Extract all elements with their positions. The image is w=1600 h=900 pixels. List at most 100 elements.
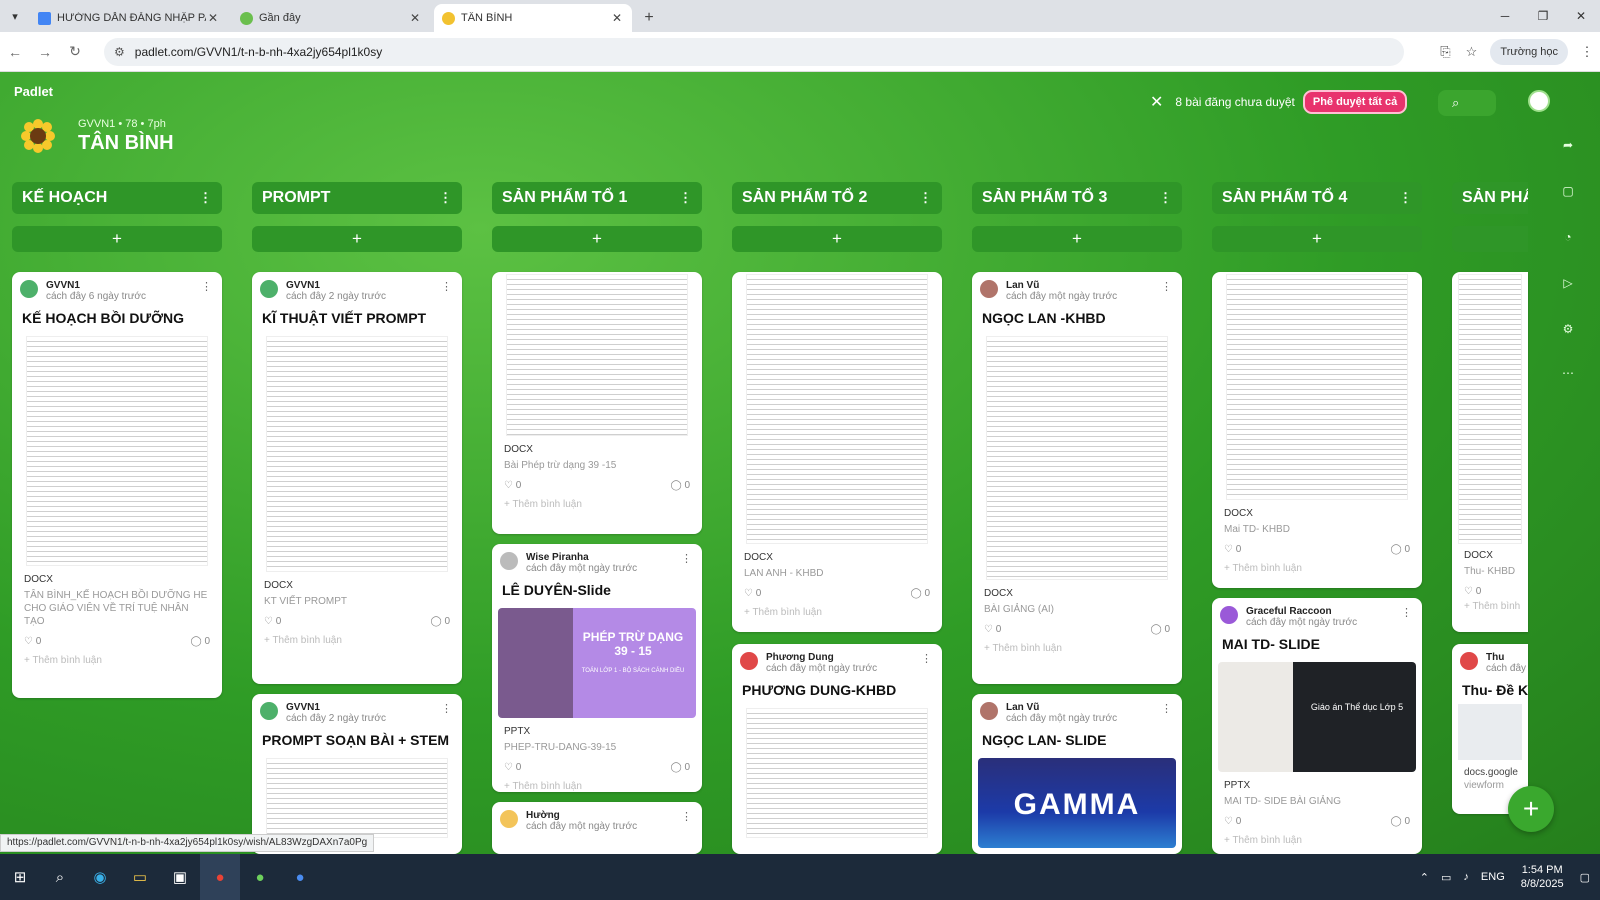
clock[interactable]: 1:54 PM 8/8/2025	[1521, 863, 1564, 891]
share-icon[interactable]: ➦	[1558, 138, 1578, 152]
notification-center-icon[interactable]: ▢	[1580, 871, 1590, 884]
column-header[interactable]: SẢN PHẨM TỔ 2 ⋮	[732, 182, 942, 214]
reload-icon[interactable]: ↻	[60, 43, 90, 60]
site-info-icon[interactable]: ⚙	[114, 45, 125, 59]
column-header[interactable]: SẢN PHẨM TỔ 1 ⋮	[492, 182, 702, 214]
post-menu-icon[interactable]: ⋮	[201, 280, 212, 293]
dismiss-icon[interactable]: ✕	[1150, 92, 1163, 112]
post-card[interactable]: DOCX Bài Phép trừ dạng 39 -15 ♡ 0 ◯ 0 + T…	[492, 272, 702, 534]
add-comment-field[interactable]: + Thêm bình luận	[1212, 563, 1422, 582]
column-header[interactable]: SẢN PHẨ	[1452, 182, 1528, 214]
green-app-icon[interactable]: ●	[240, 854, 280, 900]
slideshow-icon[interactable]: ▷	[1558, 276, 1578, 290]
comment-count-button[interactable]: ◯ 0	[1390, 544, 1410, 555]
post-card[interactable]: GVVN1 cách đây 2 ngày trước ⋮ KĨ THUẬT VIẾ…	[252, 272, 462, 684]
post-card[interactable]: Lan Vũ cách đây một ngày trước ⋮ NGỌC LAN-…	[972, 694, 1182, 854]
post-menu-icon[interactable]: ⋮	[1401, 606, 1412, 619]
browser-tab-1[interactable]: HƯỚNG DẪN ĐĂNG NHẬP PAD ✕	[30, 4, 228, 32]
document-preview[interactable]	[506, 274, 688, 436]
more-icon[interactable]: ⋯	[1558, 366, 1578, 380]
post-menu-icon[interactable]: ⋮	[441, 280, 452, 293]
network-icon[interactable]: ▭	[1441, 871, 1451, 884]
add-comment-field[interactable]: + Thêm bình luận	[492, 499, 702, 518]
post-card[interactable]: Wise Piranha cách đây một ngày trước ⋮ LÊ …	[492, 544, 702, 792]
document-preview[interactable]	[266, 758, 448, 838]
slide-thumbnail[interactable]: PHÉP TRỪ DẠNG 39 - 15 TOÁN LỚP 1 - BỘ SÁ…	[498, 608, 696, 718]
language-indicator[interactable]: ENG	[1481, 871, 1505, 883]
like-button[interactable]: ♡ 0	[1224, 544, 1241, 555]
post-card[interactable]: DOCX LAN ANH - KHBD ♡ 0 ◯ 0 + Thêm bình l…	[732, 272, 942, 632]
post-menu-icon[interactable]: ⋮	[921, 652, 932, 665]
add-post-fab[interactable]: +	[1508, 786, 1554, 832]
post-card[interactable]: Thu cách đây Thu- Đề K docs.google viewfo…	[1452, 644, 1528, 814]
column-header[interactable]: PROMPT ⋮	[252, 182, 462, 214]
add-post-button[interactable]: +	[492, 226, 702, 252]
add-comment-field[interactable]: + Thêm bình luận	[12, 655, 222, 674]
document-preview[interactable]	[1226, 274, 1408, 500]
like-button[interactable]: ♡ 0	[1464, 586, 1481, 597]
post-menu-icon[interactable]: ⋮	[681, 552, 692, 565]
post-card[interactable]: DOCX Thu- KHBD ♡ 0 + Thêm bình	[1452, 272, 1528, 632]
browser-tab-3[interactable]: TÂN BÌNH ✕	[434, 4, 632, 32]
tab-search-button[interactable]: ▾	[0, 0, 30, 32]
add-comment-field[interactable]: + Thêm bình luận	[972, 643, 1182, 662]
post-card[interactable]: Hường cách đây một ngày trước ⋮	[492, 802, 702, 854]
minimize-icon[interactable]: ─	[1486, 0, 1524, 32]
like-button[interactable]: ♡ 0	[24, 636, 41, 647]
install-icon[interactable]: ⎘	[1432, 44, 1458, 60]
column-menu-icon[interactable]: ⋮	[919, 190, 932, 206]
close-window-icon[interactable]: ✕	[1562, 0, 1600, 32]
remake-icon[interactable]: ▢	[1558, 184, 1578, 198]
chrome-icon[interactable]: ●	[200, 854, 240, 900]
document-preview[interactable]	[746, 274, 928, 544]
comment-count-button[interactable]: ◯ 0	[910, 588, 930, 599]
document-preview[interactable]	[266, 336, 448, 572]
post-menu-icon[interactable]: ⋮	[1161, 702, 1172, 715]
column-menu-icon[interactable]: ⋮	[439, 190, 452, 206]
like-button[interactable]: ♡ 0	[744, 588, 761, 599]
search-icon[interactable]: ⌕	[40, 854, 80, 900]
like-button[interactable]: ♡ 0	[984, 624, 1001, 635]
slide-thumbnail[interactable]: GAMMA	[978, 758, 1176, 848]
close-tab-icon[interactable]: ✕	[206, 11, 220, 25]
zalo-icon[interactable]: ●	[280, 854, 320, 900]
link-preview[interactable]	[1458, 704, 1522, 760]
store-icon[interactable]: ▣	[160, 854, 200, 900]
column-menu-icon[interactable]: ⋮	[679, 190, 692, 206]
add-comment-field[interactable]: + Thêm bình	[1452, 601, 1528, 620]
add-post-button[interactable]: +	[12, 226, 222, 252]
add-comment-field[interactable]: + Thêm bình luận	[492, 781, 702, 792]
add-post-button[interactable]: +	[1212, 226, 1422, 252]
address-bar[interactable]: ⚙ padlet.com/GVVN1/t-n-b-nh-4xa2jy654pl1…	[104, 38, 1404, 66]
comment-count-button[interactable]: ◯ 0	[1150, 624, 1170, 635]
post-menu-icon[interactable]: ⋮	[1161, 280, 1172, 293]
like-button[interactable]: ♡ 0	[504, 480, 521, 491]
comment-count-button[interactable]: ◯ 0	[1390, 816, 1410, 827]
post-menu-icon[interactable]: ⋮	[681, 810, 692, 823]
comment-count-button[interactable]: ◯ 0	[670, 762, 690, 773]
post-card[interactable]: GVVN1 cách đây 2 ngày trước ⋮ PROMPT SOẠN …	[252, 694, 462, 854]
document-preview[interactable]	[1458, 274, 1522, 544]
profile-button[interactable]: Trường học	[1490, 39, 1568, 65]
add-comment-field[interactable]: + Thêm bình luận	[1212, 835, 1422, 854]
comment-count-button[interactable]: ◯ 0	[670, 480, 690, 491]
post-card[interactable]: DOCX Mai TD- KHBD ♡ 0 ◯ 0 + Thêm bình luậ…	[1212, 272, 1422, 588]
post-card[interactable]: Graceful Raccoon cách đây một ngày trước ⋮…	[1212, 598, 1422, 854]
padlet-logo[interactable]: Padlet	[14, 84, 53, 99]
close-tab-icon[interactable]: ✕	[408, 11, 422, 25]
column-menu-icon[interactable]: ⋮	[1399, 190, 1412, 206]
column-header[interactable]: SẢN PHẨM TỔ 4 ⋮	[1212, 182, 1422, 214]
slide-thumbnail[interactable]: Giáo án Thể dục Lớp 5	[1218, 662, 1416, 772]
comment-count-button[interactable]: ◯ 0	[190, 636, 210, 647]
add-post-button[interactable]	[1452, 226, 1528, 252]
column-header[interactable]: SẢN PHẨM TỔ 3 ⋮	[972, 182, 1182, 214]
add-post-button[interactable]: +	[732, 226, 942, 252]
like-button[interactable]: ♡ 0	[264, 616, 281, 627]
forward-icon[interactable]: →	[30, 44, 60, 60]
document-preview[interactable]	[26, 336, 208, 566]
windows-start-icon[interactable]: ⊞	[0, 854, 40, 900]
chevron-up-icon[interactable]: ⌃	[1420, 871, 1429, 884]
add-comment-field[interactable]: + Thêm bình luận	[252, 635, 462, 654]
new-tab-button[interactable]: +	[636, 4, 662, 32]
post-menu-icon[interactable]: ⋮	[441, 702, 452, 715]
